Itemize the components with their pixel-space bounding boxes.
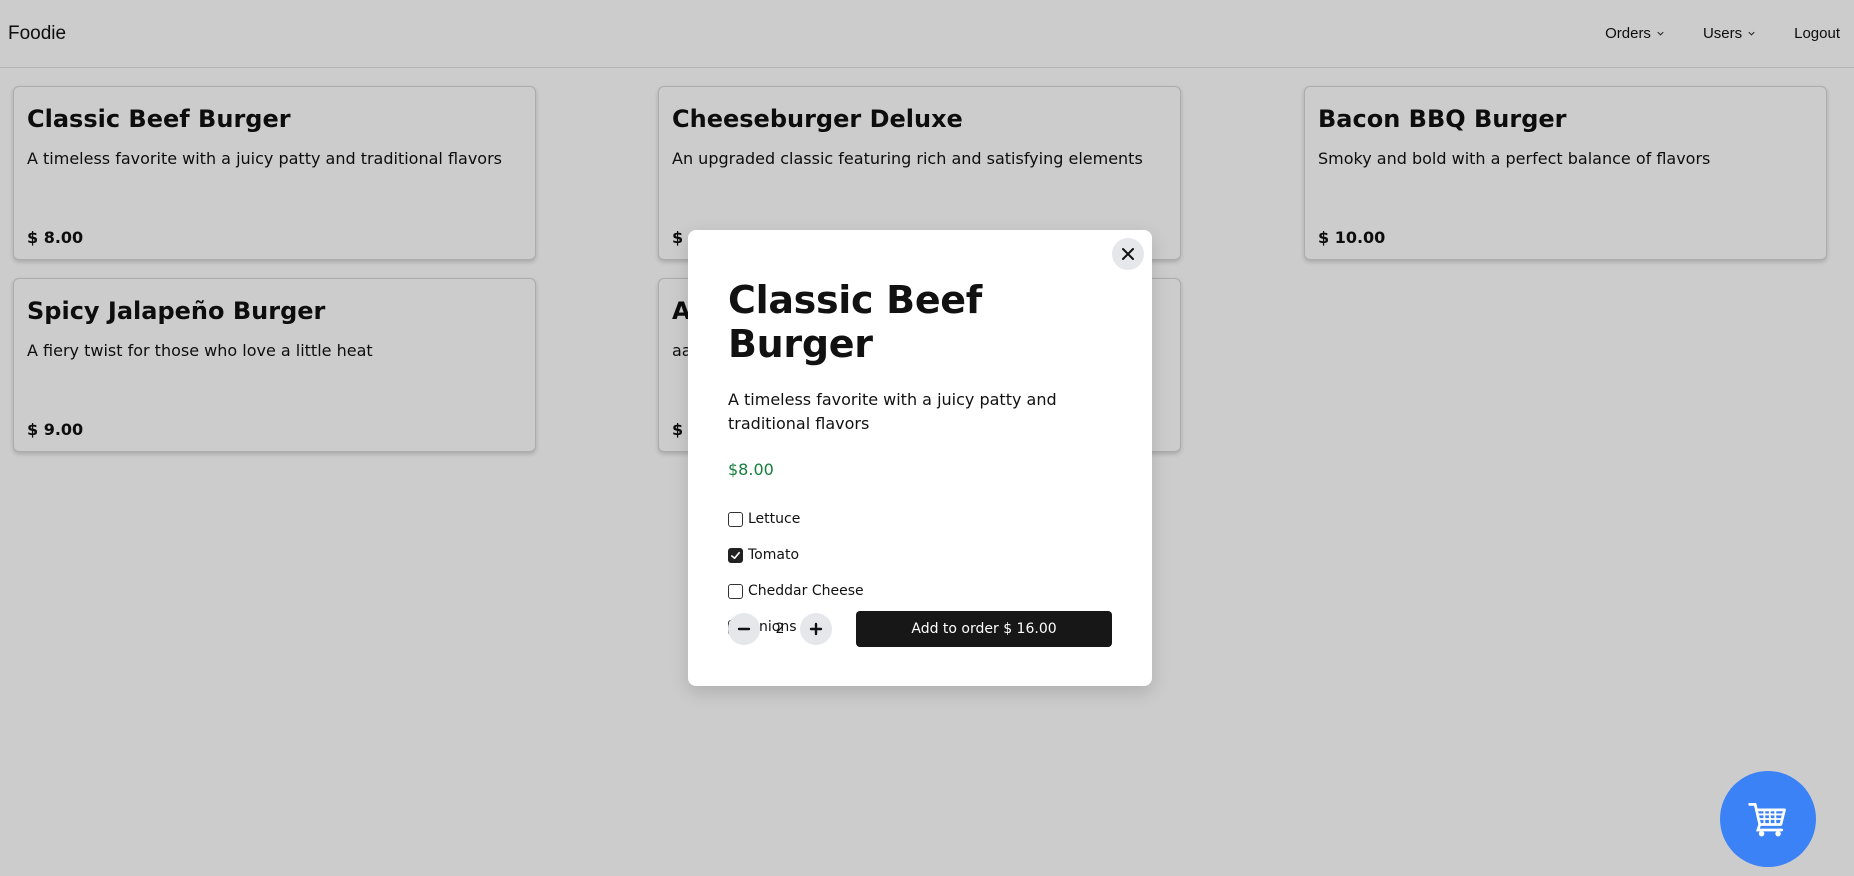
tomato-checkbox[interactable] [728, 547, 743, 563]
cart-button[interactable] [1720, 771, 1816, 867]
plus-icon [809, 622, 823, 636]
quantity-value: 2 [775, 621, 785, 637]
option-label: Tomato [748, 547, 800, 563]
option-tomato[interactable]: Tomato [728, 537, 1112, 573]
item-detail-modal: Classic Beef Burger A timeless favorite … [688, 230, 1152, 686]
lettuce-checkbox[interactable] [728, 511, 743, 527]
cheddar-cheese-checkbox[interactable] [728, 583, 743, 599]
option-cheddar-cheese[interactable]: Cheddar Cheese [728, 573, 1112, 609]
cart-icon [1748, 802, 1786, 837]
modal-description: A timeless favorite with a juicy patty a… [728, 390, 1057, 433]
add-to-order-button[interactable]: Add to order $ 16.00 [856, 611, 1112, 647]
option-label: Lettuce [748, 511, 801, 527]
decrease-quantity-button[interactable] [728, 613, 760, 645]
option-lettuce[interactable]: Lettuce [728, 501, 1112, 537]
check-icon [731, 551, 740, 559]
modal-title: Classic Beef Burger [728, 278, 983, 366]
minus-icon [737, 627, 751, 631]
option-label: Cheddar Cheese [748, 583, 864, 599]
order-controls: 2 Add to order $ 16.00 [728, 611, 1112, 647]
modal-price: $8.00 [728, 460, 774, 479]
close-button[interactable] [1112, 238, 1144, 270]
close-icon [1122, 248, 1134, 260]
increase-quantity-button[interactable] [800, 613, 832, 645]
